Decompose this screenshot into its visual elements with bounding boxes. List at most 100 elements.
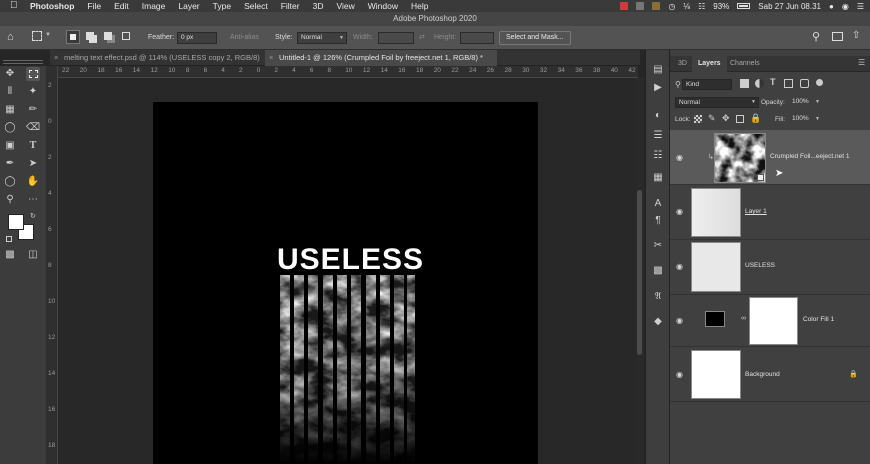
layer-name[interactable]: Background <box>745 371 780 378</box>
history-icon[interactable]: ▤ <box>652 64 664 76</box>
close-icon[interactable]: × <box>54 50 58 66</box>
fill-input[interactable]: 100% <box>789 114 813 125</box>
share-icon[interactable]: ⇧ <box>852 30 860 41</box>
canvas-headline-text[interactable]: USELESS <box>277 243 424 277</box>
menu-app-name[interactable]: Photoshop <box>30 1 74 11</box>
pen-tool-icon[interactable]: ✒ <box>3 157 17 171</box>
lock-image-icon[interactable]: ✎ <box>708 113 716 124</box>
default-colors-icon[interactable] <box>6 236 12 242</box>
layer-thumbnail[interactable] <box>691 242 741 292</box>
feather-input[interactable]: 0 px <box>177 32 217 44</box>
battery-icon[interactable] <box>737 3 751 9</box>
layer-thumbnail[interactable] <box>691 188 741 237</box>
user-icon[interactable]: ● <box>829 2 834 11</box>
zoom-tool-icon[interactable]: ⚲ <box>3 193 17 207</box>
app-icon-2[interactable] <box>652 2 661 10</box>
siri-icon[interactable]: ◉ <box>842 2 849 11</box>
visibility-eye-icon[interactable]: ◉ <box>676 317 686 325</box>
opacity-input[interactable]: 100% <box>789 97 813 108</box>
properties-icon[interactable]: ☰ <box>652 130 664 142</box>
layer-name[interactable]: Layer 1 <box>745 208 767 215</box>
visibility-eye-icon[interactable]: ◉ <box>676 154 686 162</box>
type-tool-icon[interactable]: T <box>26 139 40 153</box>
menu-file[interactable]: File <box>87 1 101 11</box>
apple-icon[interactable]:  <box>10 1 20 11</box>
menu-select[interactable]: Select <box>244 1 268 11</box>
eyedropper-icon[interactable]: ✏ <box>26 103 40 117</box>
tab-channels[interactable]: Channels <box>724 56 766 72</box>
layer-name[interactable]: Color Fill 1 <box>803 316 834 323</box>
tab-melting-text[interactable]: × melting text effect.psd @ 114% (USELES… <box>50 50 265 66</box>
path-selection-icon[interactable]: ➤ <box>26 157 40 171</box>
eraser-icon[interactable]: ⌫ <box>26 121 40 135</box>
layer-thumbnail[interactable] <box>691 350 741 399</box>
time-machine-icon[interactable]: ◷ <box>668 2 675 11</box>
menu-window[interactable]: Window <box>368 1 398 11</box>
foreground-color-swatch[interactable] <box>8 214 24 230</box>
anti-alias-checkbox[interactable]: Anti-alias <box>230 34 259 41</box>
scrollbar-thumb[interactable] <box>637 190 642 355</box>
filter-shape-icon[interactable] <box>784 79 793 88</box>
swatches-icon[interactable]: ▦ <box>652 172 664 184</box>
chevron-down-icon[interactable]: ▼ <box>815 116 820 122</box>
search-icon[interactable]: ⚲ <box>812 30 820 43</box>
marquee-tool-icon[interactable] <box>26 67 40 81</box>
lock-artboard-icon[interactable] <box>736 115 744 123</box>
menu-type[interactable]: Type <box>213 1 231 11</box>
chevron-down-icon[interactable]: ▼ <box>45 32 51 38</box>
paragraph-icon[interactable]: ¶ <box>652 215 664 227</box>
visibility-eye-icon[interactable]: ◉ <box>676 208 686 216</box>
lasso-tool-icon[interactable]: ⦀ <box>3 85 17 99</box>
toolbox-grip[interactable] <box>3 60 43 64</box>
bluetooth-icon[interactable]: ⅛ <box>683 2 690 11</box>
add-selection-icon[interactable] <box>86 32 94 40</box>
more-tools-icon[interactable]: ⋯ <box>26 193 40 207</box>
layer-name[interactable]: USELESS <box>745 262 775 269</box>
chevron-down-icon[interactable]: ▼ <box>815 99 820 105</box>
magic-wand-icon[interactable]: ✦ <box>26 85 40 99</box>
menu-layer[interactable]: Layer <box>178 1 199 11</box>
menu-filter[interactable]: Filter <box>281 1 300 11</box>
tab-untitled-1[interactable]: × Untitled-1 @ 126% (Crumpled Foil by fr… <box>265 50 497 66</box>
record-icon[interactable] <box>620 2 629 10</box>
filter-type-icon[interactable]: T <box>770 77 776 87</box>
wifi-icon[interactable]: ☷ <box>698 2 705 11</box>
height-input[interactable] <box>460 32 494 44</box>
intersect-selection-icon[interactable] <box>122 32 130 40</box>
workspace-icon[interactable] <box>832 32 843 41</box>
home-icon[interactable]: ⌂ <box>7 31 14 43</box>
layer-mask-thumbnail[interactable] <box>749 297 798 345</box>
filter-pixel-icon[interactable] <box>740 79 749 88</box>
subtract-selection-icon[interactable] <box>104 32 112 40</box>
tab-layers[interactable]: Layers <box>692 56 727 72</box>
libraries-icon[interactable]: ☷ <box>652 150 664 162</box>
brush-settings-icon[interactable]: ▩ <box>652 265 664 277</box>
filter-smart-object-icon[interactable] <box>800 79 809 88</box>
crop-tool-icon[interactable]: ▦ <box>3 103 17 117</box>
menu-list-icon[interactable]: ☰ <box>857 2 864 11</box>
color-fill-swatch[interactable] <box>705 311 725 327</box>
rectangle-tool-icon[interactable]: ▣ <box>3 139 17 153</box>
quick-mask-icon[interactable]: ▩ <box>3 248 17 262</box>
layer-name[interactable]: Crumpled Foil...eeject.net 1 <box>770 153 849 160</box>
width-input[interactable] <box>378 32 414 44</box>
navigator-icon[interactable]: ◆ <box>652 316 664 328</box>
lock-all-icon[interactable]: 🔒 <box>750 113 761 124</box>
filter-adjustment-icon[interactable] <box>755 79 764 88</box>
glyphs-icon[interactable]: 𝔄 <box>652 291 664 303</box>
hand-tool-icon[interactable]: ✋ <box>26 175 40 189</box>
new-selection-icon[interactable] <box>66 30 80 44</box>
select-and-mask-button[interactable]: Select and Mask... <box>499 31 571 45</box>
marquee-preset-icon[interactable] <box>32 31 42 41</box>
close-icon[interactable]: × <box>269 50 273 66</box>
clock-text[interactable]: Sab 27 Jun 08.31 <box>758 2 821 11</box>
swap-icon[interactable]: ⇄ <box>419 33 425 41</box>
lock-transparent-icon[interactable] <box>694 115 702 123</box>
actions-play-icon[interactable]: ▶ <box>652 82 664 94</box>
menu-edit[interactable]: Edit <box>114 1 129 11</box>
character-icon[interactable]: A <box>652 198 664 210</box>
swap-colors-icon[interactable]: ↻ <box>30 212 36 220</box>
move-tool-icon[interactable]: ✥ <box>3 67 17 81</box>
screen-mode-icon[interactable]: ◫ <box>26 248 40 262</box>
link-chain-icon[interactable]: ∞ <box>741 315 746 322</box>
